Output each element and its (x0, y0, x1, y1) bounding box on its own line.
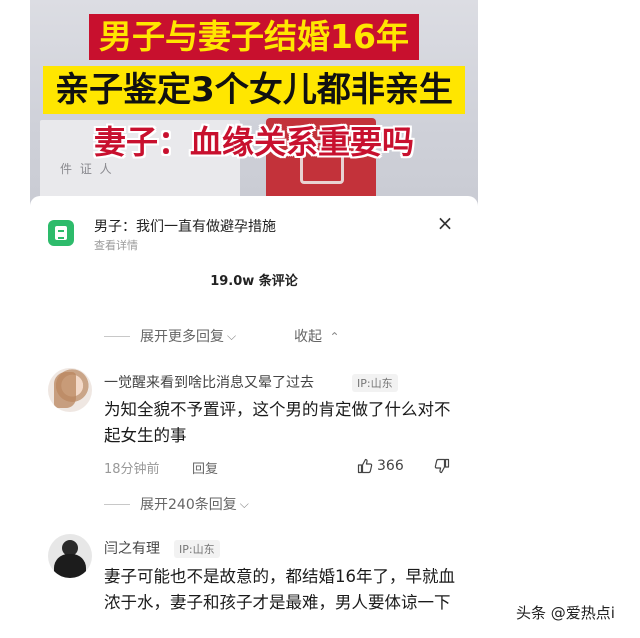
source-article-title[interactable]: 男子：我们一直有做避孕措施 (94, 216, 276, 236)
comment-text: 妻子可能也不是故意的，都结婚16年了，早就血浓于水，妻子和孩子才是最难，男人要体… (104, 567, 455, 612)
expand-240-replies[interactable]: 展开240条回复 ⌵ (104, 494, 249, 514)
thumbs-up-icon[interactable] (357, 458, 373, 474)
thumbs-down-icon[interactable] (434, 458, 450, 474)
comment-panel: 男子：我们一直有做避孕措施 查看详情 × 19.0w 条评论 展开更多回复 ⌵ … (30, 196, 478, 638)
avatar[interactable] (48, 368, 92, 412)
comment-count: 19.0w 条评论 (210, 274, 298, 289)
comment-username[interactable]: 一觉醒来看到啥比消息又晕了过去 (104, 372, 314, 392)
chevron-down-icon: ⌵ (227, 328, 237, 343)
document-icon (48, 220, 74, 246)
comment-text: 为知全貌不予置评，这个男的肯定做了什么对不起女生的事 (104, 400, 451, 445)
collapse-replies[interactable]: 收起 ⌃ (294, 326, 340, 346)
view-details-link[interactable]: 查看详情 (94, 237, 138, 253)
clipped-text-row (140, 290, 400, 296)
like-count: 366 (377, 458, 404, 474)
headline-line-3: 妻子：血缘关系重要吗 (93, 123, 414, 161)
comment-time: 18分钟前 (104, 462, 160, 477)
reply-button[interactable]: 回复 (192, 458, 218, 477)
close-icon[interactable]: × (434, 212, 456, 234)
chevron-up-icon: ⌃ (329, 330, 340, 344)
comment-username[interactable]: 闫之有理 (104, 538, 160, 558)
chevron-down-icon: ⌵ (239, 496, 249, 511)
video-banner[interactable]: 件 证 人 男子与妻子结婚16年 亲子鉴定3个女儿都非亲生 妻子：血缘关系重要吗 (30, 0, 478, 210)
expand-more-replies[interactable]: 展开更多回复 ⌵ (104, 326, 236, 346)
ip-location-badge: IP:山东 (174, 540, 220, 558)
headline-line-2: 亲子鉴定3个女儿都非亲生 (30, 66, 478, 114)
ip-location-badge: IP:山东 (352, 374, 398, 392)
headline-line-1: 男子与妻子结婚16年 (30, 14, 478, 60)
avatar[interactable] (48, 534, 92, 578)
watermark: 头条 @爱热点i (516, 604, 615, 622)
